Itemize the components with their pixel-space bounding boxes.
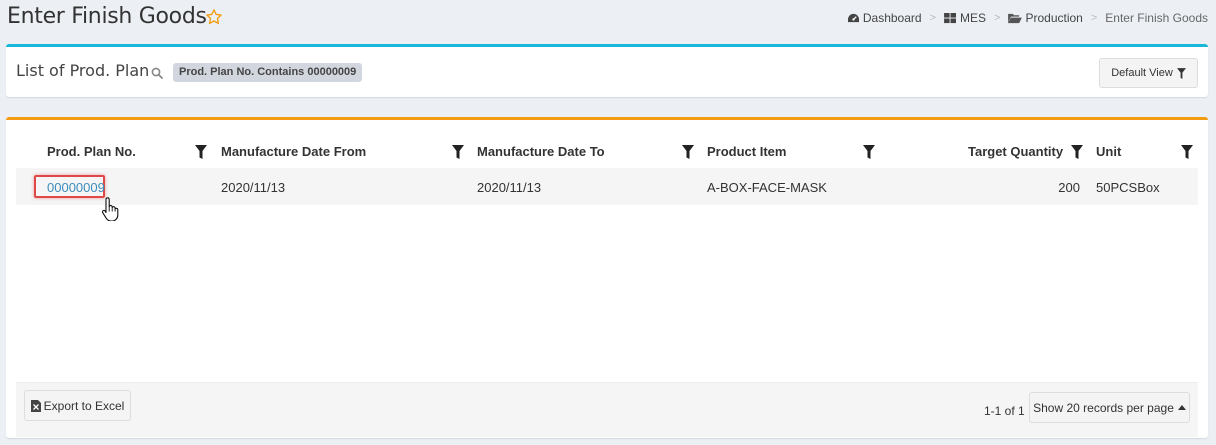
breadcrumb-item-dashboard[interactable]: Dashboard xyxy=(847,11,922,25)
column-header-prod-plan-no[interactable]: Prod. Plan No. xyxy=(47,144,136,159)
breadcrumb-label: MES xyxy=(960,11,987,25)
excel-file-icon xyxy=(30,399,41,412)
column-header-unit[interactable]: Unit xyxy=(1096,144,1121,159)
column-filter-icon[interactable] xyxy=(1181,145,1193,159)
column-header-target-quantity[interactable]: Target Quantity xyxy=(968,144,1063,159)
star-icon[interactable] xyxy=(205,8,223,26)
table-row: 00000009 2020/11/13 2020/11/13 A-BOX-FAC… xyxy=(16,168,1198,205)
column-filter-icon[interactable] xyxy=(452,145,464,159)
cell-target-quantity: 200 xyxy=(1058,180,1080,195)
page-size-label: Show 20 records per page xyxy=(1033,400,1174,415)
breadcrumb-item-current: Enter Finish Goods xyxy=(1105,11,1208,25)
filter-tag[interactable]: Prod. Plan No. Contains 00000009 xyxy=(173,63,363,82)
column-header-manufacture-date-from[interactable]: Manufacture Date From xyxy=(221,144,366,159)
cell-manufacture-date-to: 2020/11/13 xyxy=(477,180,542,195)
table-footer: Export to Excel 1-1 of 1 Show 20 records… xyxy=(16,382,1198,437)
grid-icon xyxy=(944,12,957,23)
column-header-manufacture-date-to[interactable]: Manufacture Date To xyxy=(477,144,605,159)
breadcrumb-label: Dashboard xyxy=(862,11,922,25)
pagination-info: 1-1 of 1 xyxy=(984,404,1025,418)
default-view-button[interactable]: Default View xyxy=(1099,58,1198,88)
caret-up-icon xyxy=(1177,405,1186,410)
page-size-dropdown[interactable]: Show 20 records per page xyxy=(1029,392,1190,423)
breadcrumb-separator: > xyxy=(994,12,1001,24)
tachometer-icon xyxy=(847,13,859,22)
export-to-excel-button[interactable]: Export to Excel xyxy=(24,390,131,421)
breadcrumb-item-production[interactable]: Production xyxy=(1008,11,1083,25)
column-filter-icon[interactable] xyxy=(195,145,207,159)
prod-plan-link[interactable]: 00000009 xyxy=(47,180,105,195)
breadcrumb-label: Production xyxy=(1025,11,1083,25)
page-header: Enter Finish Goods Dashboard > MES > Pro… xyxy=(0,0,1216,40)
plan-table-box: Prod. Plan No. Manufacture Date From Man… xyxy=(6,117,1208,438)
hand-pointer-cursor-icon xyxy=(101,197,119,221)
page-title: Enter Finish Goods xyxy=(7,4,207,29)
breadcrumb-item-mes[interactable]: MES xyxy=(944,11,986,25)
column-filter-icon[interactable] xyxy=(1071,145,1083,159)
cell-unit: 50PCSBox xyxy=(1096,180,1160,195)
breadcrumb: Dashboard > MES > Production > Enter Fin… xyxy=(847,11,1208,25)
filter-box: List of Prod. Plan Prod. Plan No. Contai… xyxy=(6,44,1208,97)
breadcrumb-separator: > xyxy=(929,12,937,24)
export-label: Export to Excel xyxy=(43,398,125,413)
column-filter-icon[interactable] xyxy=(863,145,875,159)
column-header-product-item[interactable]: Product Item xyxy=(707,144,786,159)
search-icon[interactable] xyxy=(151,67,163,79)
column-filter-icon[interactable] xyxy=(682,145,694,159)
folder-open-icon xyxy=(1008,13,1023,23)
breadcrumb-separator: > xyxy=(1090,12,1098,24)
list-title: List of Prod. Plan xyxy=(16,61,150,80)
default-view-label: Default View xyxy=(1111,67,1173,79)
table-header: Prod. Plan No. Manufacture Date From Man… xyxy=(16,138,1198,168)
cell-product-item: A-BOX-FACE-MASK xyxy=(707,180,827,195)
filter-icon xyxy=(1176,67,1186,79)
cell-manufacture-date-from: 2020/11/13 xyxy=(221,180,286,195)
breadcrumb-label: Enter Finish Goods xyxy=(1105,11,1208,25)
